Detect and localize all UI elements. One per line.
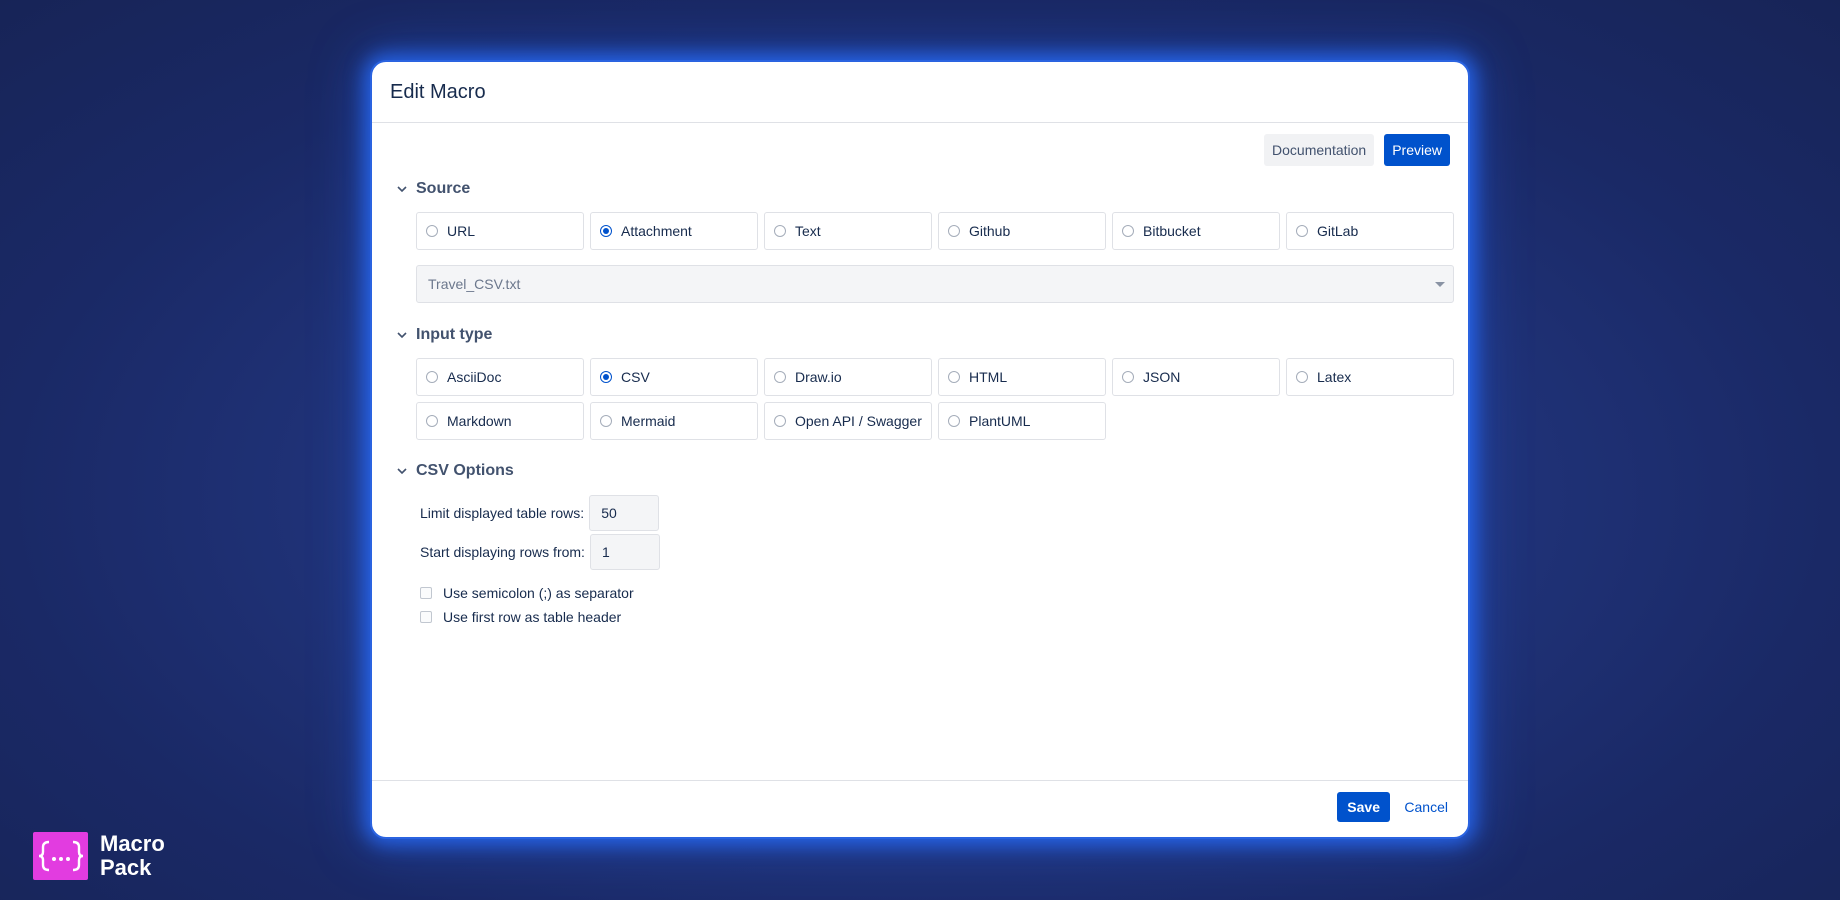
radio-selected-icon <box>600 225 612 237</box>
input-option-latex[interactable]: Latex <box>1286 358 1454 396</box>
option-label: Github <box>969 223 1011 239</box>
csv-options-section-toggle[interactable]: CSV Options <box>396 462 514 480</box>
macro-pack-logo <box>33 832 88 880</box>
semicolon-separator-option[interactable]: Use semicolon (;) as separator <box>420 585 634 601</box>
braces-icon <box>38 840 83 872</box>
option-label: URL <box>447 223 476 239</box>
start-rows-field: Start displaying rows from: 1 <box>420 534 660 570</box>
radio-icon <box>600 415 612 427</box>
cancel-button[interactable]: Cancel <box>1404 792 1448 822</box>
input-option-html[interactable]: HTML <box>938 358 1106 396</box>
chevron-down-icon <box>397 186 407 193</box>
option-label: HTML <box>969 369 1008 385</box>
dialog-footer: Save Cancel <box>372 780 1468 837</box>
option-label: CSV <box>621 369 650 385</box>
brand-line-1: Macro <box>100 831 165 856</box>
option-label: Latex <box>1317 369 1352 385</box>
caret-down-icon <box>1435 282 1445 287</box>
dialog-toolbar: Documentation Preview <box>1264 134 1450 166</box>
radio-icon <box>426 225 438 237</box>
source-option-gitlab[interactable]: GitLab <box>1286 212 1454 250</box>
start-rows-label: Start displaying rows from: <box>420 544 585 560</box>
attachment-select-value: Travel_CSV.txt <box>428 276 521 292</box>
radio-icon <box>948 371 960 383</box>
radio-icon <box>948 415 960 427</box>
limit-rows-input[interactable]: 50 <box>589 495 660 531</box>
source-option-bitbucket[interactable]: Bitbucket <box>1112 212 1280 250</box>
option-label: Mermaid <box>621 413 676 429</box>
radio-icon <box>426 371 438 383</box>
input-option-markdown[interactable]: Markdown <box>416 402 584 440</box>
input-option-asciidoc[interactable]: AsciiDoc <box>416 358 584 396</box>
radio-icon <box>1296 225 1308 237</box>
radio-icon <box>774 415 786 427</box>
brand-line-2: Pack <box>100 855 152 880</box>
radio-selected-icon <box>600 371 612 383</box>
input-option-openapi[interactable]: Open API / Swagger <box>764 402 932 440</box>
first-row-header-label: Use first row as table header <box>443 609 622 625</box>
dialog-title: Edit Macro <box>390 80 486 103</box>
option-label: Bitbucket <box>1143 223 1201 239</box>
start-rows-input[interactable]: 1 <box>589 534 660 570</box>
radio-icon <box>1296 371 1308 383</box>
dialog-header: Edit Macro <box>372 62 1468 123</box>
input-option-csv[interactable]: CSV <box>590 358 758 396</box>
csv-options-heading: CSV Options <box>416 462 514 479</box>
radio-icon <box>426 415 438 427</box>
source-option-text[interactable]: Text <box>764 212 932 250</box>
option-label: AsciiDoc <box>447 369 502 385</box>
first-row-header-checkbox[interactable] <box>420 611 432 623</box>
input-type-section-toggle[interactable]: Input type <box>396 326 492 344</box>
semicolon-separator-label: Use semicolon (;) as separator <box>443 585 634 601</box>
option-label: Attachment <box>621 223 692 239</box>
save-button[interactable]: Save <box>1337 792 1390 822</box>
option-label: Open API / Swagger <box>795 413 922 429</box>
input-option-plantuml[interactable]: PlantUML <box>938 402 1106 440</box>
radio-icon <box>1122 225 1134 237</box>
input-option-mermaid[interactable]: Mermaid <box>590 402 758 440</box>
brand-name: Macro Pack <box>100 832 165 880</box>
source-option-attachment[interactable]: Attachment <box>590 212 758 250</box>
chevron-down-icon <box>397 468 407 475</box>
option-label: Markdown <box>447 413 512 429</box>
input-option-drawio[interactable]: Draw.io <box>764 358 932 396</box>
macro-pack-brand: Macro Pack <box>33 832 165 880</box>
input-type-options: AsciiDoc CSV Draw.io HTML JSON Latex Mar… <box>416 358 1454 440</box>
radio-icon <box>774 225 786 237</box>
option-label: Text <box>795 223 821 239</box>
source-heading: Source <box>416 180 471 197</box>
option-label: GitLab <box>1317 223 1359 239</box>
radio-icon <box>1122 371 1134 383</box>
edit-macro-dialog: Edit Macro Documentation Preview Source … <box>370 60 1470 839</box>
input-type-heading: Input type <box>416 326 493 343</box>
chevron-down-icon <box>397 332 407 339</box>
semicolon-separator-checkbox[interactable] <box>420 587 432 599</box>
radio-icon <box>774 371 786 383</box>
source-options: URL Attachment Text Github Bitbucket Git… <box>416 212 1454 250</box>
preview-button[interactable]: Preview <box>1384 134 1450 166</box>
attachment-select[interactable]: Travel_CSV.txt <box>416 265 1454 303</box>
source-section-toggle[interactable]: Source <box>396 180 470 198</box>
documentation-button[interactable]: Documentation <box>1264 134 1375 166</box>
radio-icon <box>948 225 960 237</box>
source-option-github[interactable]: Github <box>938 212 1106 250</box>
source-option-url[interactable]: URL <box>416 212 584 250</box>
input-option-json[interactable]: JSON <box>1112 358 1280 396</box>
option-label: Draw.io <box>795 369 842 385</box>
limit-rows-field: Limit displayed table rows: 50 <box>420 495 660 531</box>
limit-rows-label: Limit displayed table rows: <box>420 505 585 521</box>
option-label: JSON <box>1143 369 1181 385</box>
first-row-header-option[interactable]: Use first row as table header <box>420 609 621 625</box>
option-label: PlantUML <box>969 413 1031 429</box>
